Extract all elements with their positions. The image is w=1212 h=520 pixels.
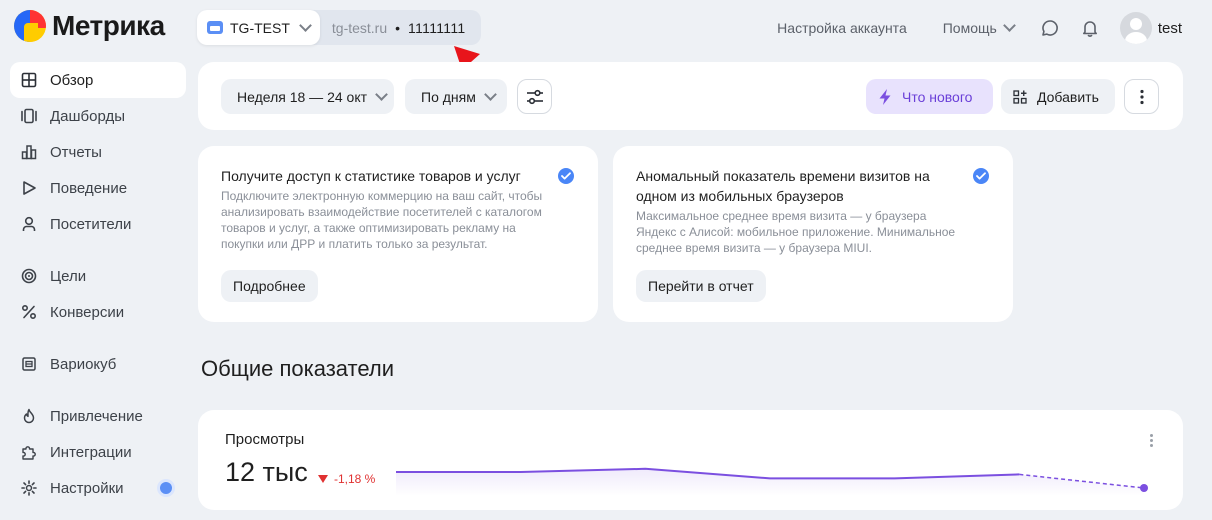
whats-new-button[interactable]: Что нового xyxy=(866,79,993,114)
filter-settings-button[interactable] xyxy=(517,79,552,114)
help-menu[interactable]: Помощь xyxy=(942,19,1016,36)
sidebar-item-conversions[interactable]: Конверсии xyxy=(10,294,186,330)
counter-separator: • xyxy=(395,19,401,36)
sidebar-item-variocube[interactable]: Вариокуб xyxy=(10,346,186,382)
sidebar-item-label: Привлечение xyxy=(50,407,143,425)
sidebar-item-dashboards[interactable]: Дашборды xyxy=(10,98,186,134)
learn-more-button[interactable]: Подробнее xyxy=(221,270,318,302)
bell-icon[interactable] xyxy=(1080,18,1100,38)
counter-selector[interactable]: TG-TEST tg-test.ru • 11111111 xyxy=(197,10,482,45)
sidebar-item-label: Вариокуб xyxy=(50,355,117,373)
grid-icon xyxy=(20,71,38,89)
counter-domain: tg-test.ru xyxy=(331,19,388,36)
help-label: Помощь xyxy=(942,20,997,36)
pageviews-widget[interactable]: Просмотры 12 тыс -1,18 % xyxy=(198,410,1183,510)
card-text: Максимальное среднее время визита — у бр… xyxy=(636,209,956,255)
sidebar-item-label: Обзор xyxy=(50,71,94,89)
avatar[interactable] xyxy=(1119,12,1152,44)
header-right: Настройка аккаунта Помощь test xyxy=(777,12,1182,44)
card-title: Аномальный показатель времени визитов на… xyxy=(636,168,930,204)
counter-dropdown[interactable]: TG-TEST xyxy=(197,10,320,45)
metrika-logo-icon xyxy=(14,10,46,42)
more-menu-button[interactable] xyxy=(1124,79,1159,114)
go-to-report-button[interactable]: Перейти в отчет xyxy=(636,270,766,302)
widget-delta-value: -1,18 % xyxy=(334,472,376,486)
more-vertical-icon[interactable] xyxy=(1143,434,1159,450)
toolbar: Неделя 18 — 24 окт По дням Что нового До… xyxy=(198,62,1183,130)
sidebar-item-label: Поведение xyxy=(50,179,128,197)
sidebar-item-label: Отчеты xyxy=(50,143,102,161)
sidebar-item-label: Конверсии xyxy=(50,303,125,321)
widget-title: Просмотры xyxy=(225,431,305,448)
sidebar-item-label: Интеграции xyxy=(50,443,132,461)
widget-value: 12 тыс xyxy=(225,457,308,487)
gear-icon xyxy=(20,479,38,497)
counter-name: TG-TEST xyxy=(230,19,290,36)
sidebar-item-overview[interactable]: Обзор xyxy=(10,62,186,98)
sliders-icon xyxy=(526,89,543,104)
sidebar-item-label: Цели xyxy=(50,267,87,285)
period-select[interactable]: Неделя 18 — 24 окт xyxy=(221,79,394,114)
grouping-label: По дням xyxy=(421,88,476,105)
check-icon[interactable] xyxy=(558,168,574,184)
counter-id: 11111111 xyxy=(408,19,466,36)
whats-new-label: Что нового xyxy=(902,88,973,105)
cube-icon xyxy=(20,355,38,373)
section-title: Общие показатели xyxy=(201,356,394,381)
sidebar-item-visitors[interactable]: Посетители xyxy=(10,206,186,242)
chat-icon[interactable] xyxy=(1040,18,1060,38)
logo-text: Метрика xyxy=(52,10,165,41)
sidebar-item-settings[interactable]: Настройки xyxy=(10,470,186,506)
sidebar: Обзор Дашборды Отчеты Поведение Посетите… xyxy=(10,62,186,506)
recommendation-card-ecommerce: Получите доступ к статистике товаров и у… xyxy=(198,146,598,322)
sidebar-item-reports[interactable]: Отчеты xyxy=(10,134,186,170)
add-widget-icon xyxy=(1013,89,1027,104)
flame-icon xyxy=(20,407,38,425)
add-label: Добавить xyxy=(1037,88,1099,105)
user-name[interactable]: test xyxy=(1158,20,1182,37)
sparkline-last-point xyxy=(1140,484,1148,492)
notification-dot xyxy=(160,482,172,494)
check-icon[interactable] xyxy=(973,168,989,184)
chevron-down-icon xyxy=(1002,19,1016,32)
widget-delta: -1,18 % xyxy=(318,472,375,486)
person-icon xyxy=(20,215,38,233)
sidebar-item-label: Посетители xyxy=(50,215,132,233)
percent-icon xyxy=(20,303,38,321)
more-vertical-icon xyxy=(1139,89,1144,104)
recommendation-card-anomaly: Аномальный показатель времени визитов на… xyxy=(613,146,1013,322)
period-label: Неделя 18 — 24 окт xyxy=(237,88,368,105)
add-button[interactable]: Добавить xyxy=(1001,79,1115,114)
logo[interactable]: Метрика xyxy=(14,10,165,42)
counter-icon xyxy=(207,21,223,34)
grouping-select[interactable]: По дням xyxy=(405,79,507,114)
sidebar-item-label: Дашборды xyxy=(50,107,125,125)
sidebar-item-goals[interactable]: Цели xyxy=(10,258,186,294)
sidebar-item-acquisition[interactable]: Привлечение xyxy=(10,398,186,434)
card-text: Подключите электронную коммерцию на ваш … xyxy=(221,189,543,251)
chevron-down-icon xyxy=(483,87,497,101)
lightning-icon xyxy=(879,88,891,105)
card-title: Получите доступ к статистике товаров и у… xyxy=(221,168,521,184)
chevron-down-icon xyxy=(375,87,388,101)
puzzle-icon xyxy=(20,443,38,461)
sidebar-item-label: Настройки xyxy=(50,479,124,497)
down-triangle-icon xyxy=(318,475,328,483)
play-icon xyxy=(20,179,38,197)
sidebar-item-integrations[interactable]: Интеграции xyxy=(10,434,186,470)
dashboard-icon xyxy=(20,107,38,125)
sidebar-item-behavior[interactable]: Поведение xyxy=(10,170,186,206)
bar-chart-icon xyxy=(20,143,38,161)
account-settings-link[interactable]: Настройка аккаунта xyxy=(777,20,907,36)
target-icon xyxy=(20,267,38,285)
chevron-down-icon xyxy=(299,18,312,32)
sparkline-chart xyxy=(396,467,1148,496)
